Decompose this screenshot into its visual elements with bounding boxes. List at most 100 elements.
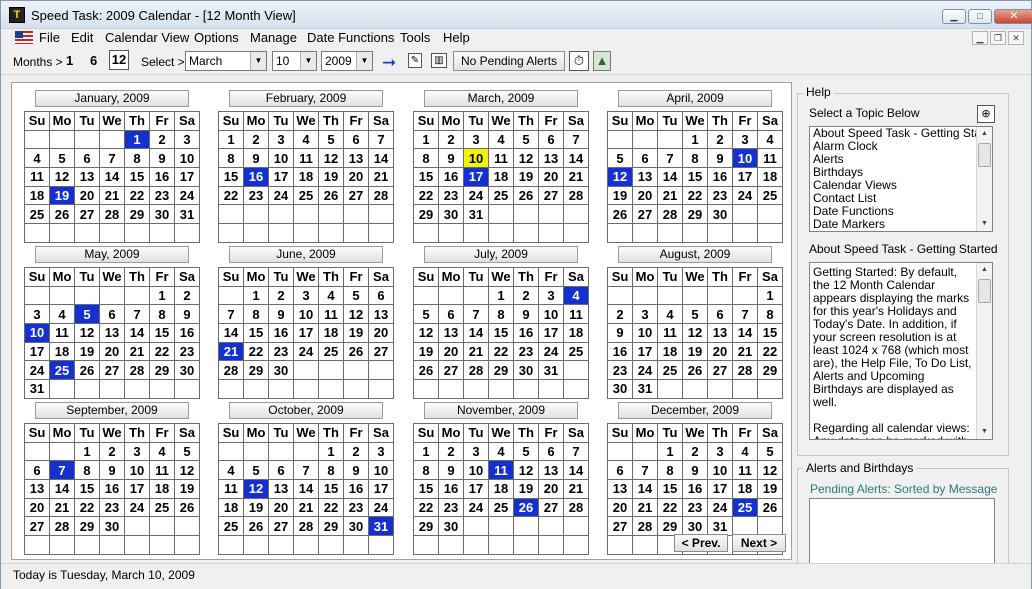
day-cell[interactable]: 9 — [438, 460, 464, 481]
day-cell[interactable]: 2 — [174, 285, 200, 306]
day-cell[interactable]: 12 — [174, 460, 200, 481]
month-title[interactable]: May, 2009 — [35, 246, 189, 263]
day-cell[interactable]: 18 — [732, 479, 758, 499]
menu-calendar-view[interactable]: Calendar View — [105, 30, 189, 45]
day-cell[interactable]: 5 — [607, 148, 633, 169]
day-cell[interactable]: 21 — [293, 497, 319, 518]
day-cell[interactable]: 8 — [74, 460, 100, 481]
day-cell[interactable]: 19 — [607, 185, 633, 206]
day-cell[interactable]: 10 — [538, 304, 564, 325]
day-cell[interactable]: 9 — [343, 460, 369, 481]
day-cell[interactable]: 20 — [632, 185, 658, 206]
day-cell[interactable]: 21 — [49, 497, 75, 518]
day-cell[interactable]: 26 — [318, 185, 344, 206]
day-cell[interactable]: 17 — [632, 341, 658, 362]
day-cell[interactable]: 7 — [99, 148, 125, 169]
day-cell[interactable]: 11 — [24, 167, 50, 187]
day-cell[interactable]: 16 — [438, 167, 464, 187]
day-cell[interactable]: 27 — [707, 360, 733, 381]
day-cell[interactable]: 3 — [463, 129, 489, 150]
menu-date-functions[interactable]: Date Functions — [307, 30, 394, 45]
day-cell[interactable]: 29 — [124, 204, 150, 225]
day-cell[interactable]: 13 — [268, 479, 294, 499]
day-cell[interactable]: 28 — [563, 497, 589, 518]
day-cell[interactable]: 6 — [607, 460, 633, 481]
day-cell[interactable]: 12 — [607, 167, 633, 187]
scroll-down-icon[interactable]: ▼ — [977, 425, 992, 439]
day-cell[interactable]: 29 — [657, 516, 683, 537]
day-cell[interactable]: 21 — [124, 341, 150, 362]
day-cell[interactable]: 12 — [49, 167, 75, 187]
day-cell[interactable]: 8 — [124, 148, 150, 169]
day-cell[interactable]: 5 — [413, 304, 439, 325]
day-cell[interactable]: 20 — [343, 167, 369, 187]
day-cell[interactable]: 5 — [757, 441, 783, 462]
day-cell[interactable]: 26 — [243, 516, 269, 537]
day-cell[interactable]: 13 — [538, 460, 564, 481]
day-cell[interactable]: 25 — [24, 204, 50, 225]
day-cell[interactable]: 27 — [538, 185, 564, 206]
day-cell[interactable]: 15 — [218, 167, 244, 187]
day-cell[interactable]: 10 — [174, 148, 200, 169]
scroll-thumb[interactable] — [978, 143, 991, 167]
help-text-box[interactable]: Getting Started: By default, the 12 Mont… — [809, 262, 993, 440]
rocket-icon[interactable]: ▲ — [593, 51, 611, 71]
day-cell[interactable]: 19 — [243, 497, 269, 518]
months-1-button[interactable]: 1 — [66, 53, 73, 68]
day-cell[interactable]: 11 — [149, 460, 175, 481]
day-cell[interactable]: 6 — [632, 148, 658, 169]
day-cell[interactable]: 27 — [343, 185, 369, 206]
day-cell[interactable]: 7 — [218, 304, 244, 325]
day-cell[interactable]: 11 — [732, 460, 758, 481]
help-topic-list[interactable]: About Speed Task - Getting Started Alarm … — [809, 126, 993, 232]
day-cell[interactable]: 1 — [124, 129, 150, 150]
day-cell[interactable]: 30 — [682, 516, 708, 537]
day-cell[interactable]: 27 — [74, 204, 100, 225]
day-cell[interactable]: 18 — [488, 479, 514, 499]
day-cell[interactable]: 18 — [563, 323, 589, 343]
scroll-down-icon[interactable]: ▼ — [977, 217, 992, 231]
month-title[interactable]: September, 2009 — [35, 402, 189, 419]
day-cell[interactable]: 14 — [99, 167, 125, 187]
day-cell[interactable]: 21 — [368, 167, 394, 187]
day-cell[interactable]: 15 — [413, 479, 439, 499]
day-cell[interactable]: 16 — [707, 167, 733, 187]
day-cell[interactable]: 17 — [463, 167, 489, 187]
day-cell[interactable]: 21 — [563, 167, 589, 187]
day-cell[interactable]: 18 — [24, 185, 50, 206]
day-cell[interactable]: 14 — [657, 167, 683, 187]
month-title[interactable]: November, 2009 — [424, 402, 578, 419]
day-cell[interactable]: 10 — [293, 304, 319, 325]
day-cell[interactable]: 23 — [149, 185, 175, 206]
day-cell[interactable]: 12 — [757, 460, 783, 481]
day-cell[interactable]: 14 — [368, 148, 394, 169]
day-cell[interactable]: 18 — [488, 167, 514, 187]
day-cell[interactable]: 26 — [607, 204, 633, 225]
day-cell[interactable]: 25 — [488, 185, 514, 206]
day-cell[interactable]: 3 — [24, 304, 50, 325]
day-cell[interactable]: 18 — [657, 341, 683, 362]
day-cell[interactable]: 20 — [707, 341, 733, 362]
day-cell[interactable]: 10 — [707, 460, 733, 481]
year-select[interactable]: 2009 ▼ — [321, 51, 373, 71]
day-cell[interactable]: 1 — [413, 441, 439, 462]
day-cell[interactable]: 27 — [607, 516, 633, 537]
day-cell[interactable]: 8 — [318, 460, 344, 481]
day-cell[interactable]: 28 — [732, 360, 758, 381]
day-cell[interactable]: 19 — [343, 323, 369, 343]
day-cell[interactable]: 2 — [682, 441, 708, 462]
month-title[interactable]: June, 2009 — [229, 246, 383, 263]
day-cell[interactable]: 1 — [243, 285, 269, 306]
day-cell[interactable]: 17 — [24, 341, 50, 362]
day-cell[interactable]: 19 — [682, 341, 708, 362]
day-cell[interactable]: 5 — [243, 460, 269, 481]
day-cell[interactable]: 6 — [99, 304, 125, 325]
menu-options[interactable]: Options — [194, 30, 239, 45]
day-cell[interactable]: 4 — [732, 441, 758, 462]
day-cell[interactable]: 23 — [438, 497, 464, 518]
topic-scrollbar[interactable]: ▲ ▼ — [976, 127, 992, 231]
day-cell[interactable]: 23 — [268, 341, 294, 362]
scroll-up-icon[interactable]: ▲ — [977, 127, 992, 141]
day-cell[interactable]: 8 — [218, 148, 244, 169]
day-cell[interactable]: 26 — [74, 360, 100, 381]
